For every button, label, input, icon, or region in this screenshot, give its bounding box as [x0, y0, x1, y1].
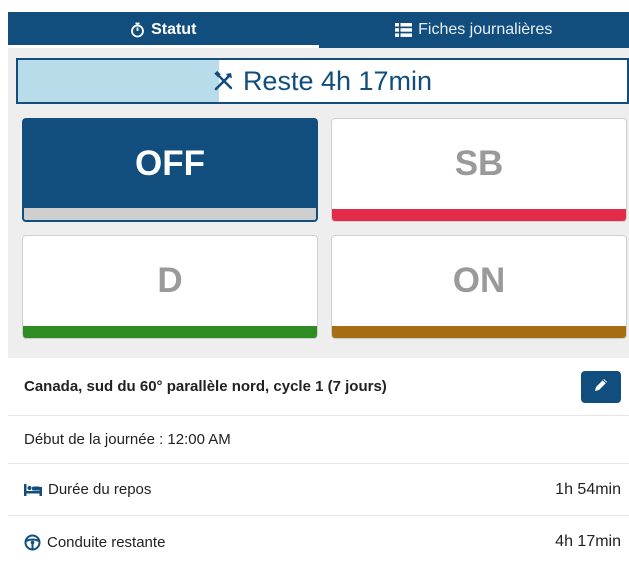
stopwatch-icon [130, 22, 145, 38]
day-start-row: Début de la journée : 12:00 AM [8, 416, 629, 464]
status-d-button[interactable]: D [22, 235, 318, 339]
tab-fiches-label: Fiches journalières [418, 21, 552, 39]
status-d-label: D [23, 236, 317, 326]
remaining-time-text: Reste 4h 17min [243, 66, 432, 97]
status-sb-button[interactable]: SB [331, 118, 627, 222]
status-off-label: OFF [24, 120, 316, 208]
cycle-row: Canada, sud du 60° parallèle nord, cycle… [8, 358, 629, 416]
rest-duration-label: Durée du repos [48, 481, 555, 498]
remaining-driving-value: 4h 17min [555, 533, 621, 551]
edit-cycle-button[interactable] [581, 371, 621, 403]
remaining-time-bar: Reste 4h 17min [16, 58, 629, 104]
tools-icon [213, 70, 235, 92]
day-start-text: Début de la journée : 12:00 AM [24, 431, 621, 448]
status-on-button[interactable]: ON [331, 235, 627, 339]
remaining-driving-row: Conduite restante 4h 17min [8, 516, 629, 568]
status-sb-color-bar [332, 209, 626, 221]
tab-statut-label: Statut [151, 21, 196, 39]
status-on-label: ON [332, 236, 626, 326]
steering-wheel-icon [24, 534, 41, 551]
pencil-icon [593, 377, 609, 397]
tab-fiches-journalieres[interactable]: Fiches journalières [319, 12, 629, 48]
rest-duration-row: Durée du repos 1h 54min [8, 464, 629, 516]
list-icon [395, 23, 412, 37]
bed-icon [24, 484, 42, 496]
remaining-driving-label: Conduite restante [47, 534, 555, 551]
status-on-color-bar [332, 326, 626, 338]
tab-statut[interactable]: Statut [8, 12, 319, 48]
status-sb-label: SB [332, 119, 626, 209]
status-off-color-bar [24, 208, 316, 220]
status-off-button[interactable]: OFF [22, 118, 318, 222]
rest-duration-value: 1h 54min [555, 481, 621, 499]
tab-bar: Statut Fiches journalières [8, 12, 629, 48]
status-d-color-bar [23, 326, 317, 338]
cycle-title: Canada, sud du 60° parallèle nord, cycle… [24, 378, 581, 395]
